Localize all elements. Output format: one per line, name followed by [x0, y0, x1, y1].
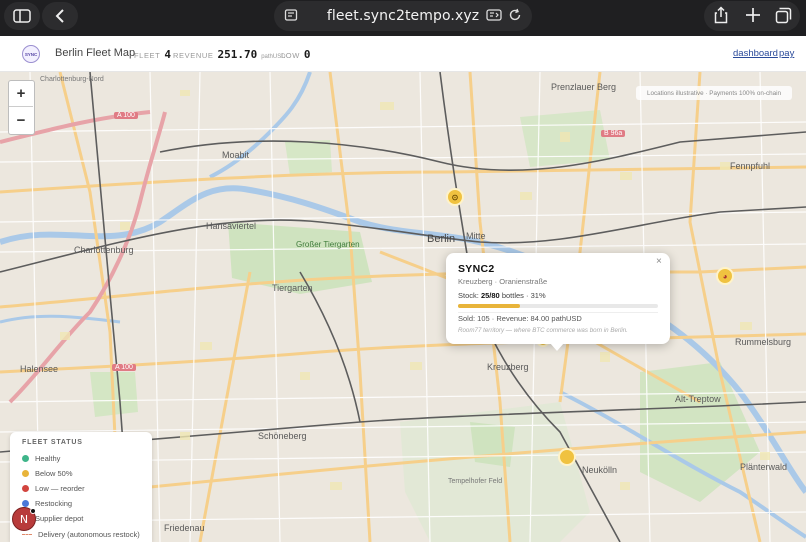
browser-toolbar: fleet.sync2tempo.xyz	[0, 0, 806, 36]
map-label-berlin: Berlin	[427, 233, 456, 245]
legend-item-healthy: Healthy	[22, 454, 60, 463]
low-value: 0	[303, 48, 311, 61]
map-label-grosser-tiergarten: Großer Tiergarten	[296, 240, 360, 249]
reload-icon[interactable]	[508, 8, 522, 27]
sync-logo: SYNC	[22, 45, 40, 63]
legend-dot	[22, 470, 29, 477]
browser-actions	[704, 1, 800, 31]
fleet-value: 4	[164, 48, 171, 61]
map-label-tempelhofer-feld: Tempelhofer Feld	[448, 478, 503, 485]
popup-machine-name: SYNC2	[458, 263, 495, 275]
popup-sales: Sold: 105 · Revenue: 84.00 pathUSD	[458, 314, 582, 323]
tab-overview-icon[interactable]	[284, 8, 298, 27]
revenue-label: REVENUE	[173, 51, 214, 60]
map-label-a100-south: A 100	[112, 364, 136, 371]
map-label-moabit: Moabit	[222, 150, 250, 160]
map-label-kreuzberg: Kreuzberg	[487, 362, 529, 372]
page-title: Berlin Fleet Map	[55, 47, 136, 59]
zoom-in-button[interactable]: +	[9, 81, 33, 107]
close-icon[interactable]: ×	[656, 256, 662, 267]
popup-location: Kreuzberg · Oranienstraße	[458, 277, 548, 286]
avatar-status-dot	[30, 508, 36, 514]
legend-item-restocking: Restocking	[22, 499, 72, 508]
machine-pin-neukolln[interactable]	[558, 448, 576, 466]
url-text: fleet.sync2tempo.xyz	[326, 8, 480, 24]
legend-dot	[22, 455, 29, 462]
share-icon[interactable]	[713, 6, 729, 29]
legend-dot	[22, 500, 29, 507]
address-bar[interactable]: fleet.sync2tempo.xyz	[274, 1, 532, 31]
machine-pin-friedrichshain[interactable]: ◕	[716, 267, 734, 285]
map-label-b96a: B 96a	[601, 130, 626, 137]
low-stat: LOW 0	[281, 48, 311, 61]
popup-stock-percent: 31%	[530, 291, 546, 300]
revenue-value: 251.70	[217, 48, 258, 61]
reader-icon[interactable]	[486, 8, 502, 27]
popup-tip	[550, 343, 564, 351]
popup-note: Room77 territory — where BTC commerce wa…	[458, 327, 628, 334]
legend-title: FLEET STATUS	[22, 439, 83, 446]
map-label-rummelsburg: Rummelsburg	[735, 337, 792, 347]
revenue-stat: REVENUE 251.70 pathUSD	[173, 48, 286, 61]
plus-icon[interactable]	[745, 7, 761, 28]
map-label-alt-treptow: Alt-Treptow	[675, 394, 721, 404]
stock-progress-fill	[458, 304, 520, 308]
tabs-icon[interactable]	[775, 7, 792, 29]
popup-stock: Stock: 25/80 bottles · 31%	[458, 291, 546, 300]
sidebar-icon[interactable]	[4, 2, 40, 30]
low-label: LOW	[281, 51, 300, 60]
legend-item-below-50: Below 50%	[22, 469, 73, 478]
popup-stock-value: 25/80	[480, 291, 500, 300]
pay-link[interactable]: pay	[779, 48, 794, 59]
zoom-out-button[interactable]: −	[9, 107, 33, 133]
map-label-fennpfuhl: Fennpfuhl	[730, 161, 771, 171]
dashboard-link[interactable]: dashboard	[733, 48, 778, 59]
map-label-a100: A 100	[114, 112, 138, 119]
legend-item-delivery: Delivery (autonomous restock)	[22, 530, 140, 539]
legend-item-low: Low — reorder	[22, 484, 85, 493]
map-label-tiergarten: Tiergarten	[272, 283, 313, 293]
map-label-prenzlauer-berg: Prenzlauer Berg	[551, 82, 617, 92]
map-label-planterwald: Plänterwald	[740, 462, 788, 472]
map-label-charlottenburg-nord: Charlottenburg-Nord	[40, 76, 104, 83]
map-label-mitte: Mitte	[466, 231, 486, 241]
machine-pin-mitte[interactable]: ⊙	[446, 188, 464, 206]
zoom-control: + −	[8, 80, 35, 135]
stock-progress-bar	[458, 304, 658, 308]
popup-divider	[458, 312, 658, 313]
map-label-friedenau: Friedenau	[164, 523, 205, 533]
legend-dash	[22, 534, 32, 535]
chevron-left-icon[interactable]	[42, 2, 78, 30]
map-attribution: Locations illustrative · Payments 100% o…	[636, 86, 792, 100]
map-label-neukolln: Neukölln	[582, 465, 618, 475]
map-label-schoneberg: Schöneberg	[258, 431, 307, 441]
fleet-stat: FLEET 4	[134, 48, 171, 61]
map-label-halensee: Halensee	[20, 364, 59, 374]
legend-dot	[22, 485, 29, 492]
fleet-label: FLEET	[134, 51, 161, 60]
map-label-hansaviertel: Hansaviertel	[206, 221, 257, 231]
map-label-charlottenburg: Charlottenburg	[74, 245, 134, 255]
